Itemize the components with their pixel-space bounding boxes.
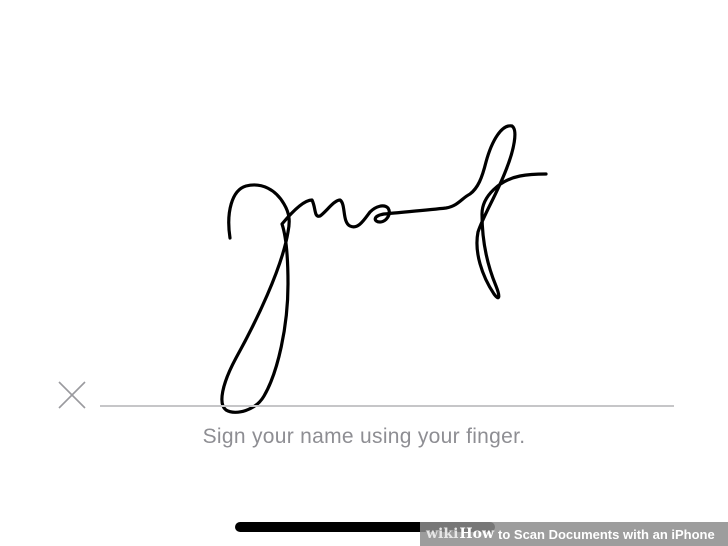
signature-baseline <box>100 405 674 407</box>
clear-signature-button[interactable] <box>55 378 89 412</box>
signature-stroke-path <box>220 124 548 414</box>
signature-hint-text: Sign your name using your finger. <box>202 425 526 448</box>
wikihow-logo: wiki How <box>426 526 494 542</box>
x-icon <box>58 381 86 409</box>
signature-drawing <box>220 124 548 414</box>
watermark-title: to Scan Documents with an iPhone <box>498 526 715 542</box>
wikihow-watermark: wiki How to Scan Documents with an iPhon… <box>420 522 728 546</box>
signature-screen: Sign your name using your finger. wiki H… <box>0 0 728 546</box>
logo-how-text: How <box>459 526 495 542</box>
logo-wiki-text: wiki <box>426 526 459 542</box>
signature-pad[interactable]: Sign your name using your finger. <box>0 0 728 546</box>
